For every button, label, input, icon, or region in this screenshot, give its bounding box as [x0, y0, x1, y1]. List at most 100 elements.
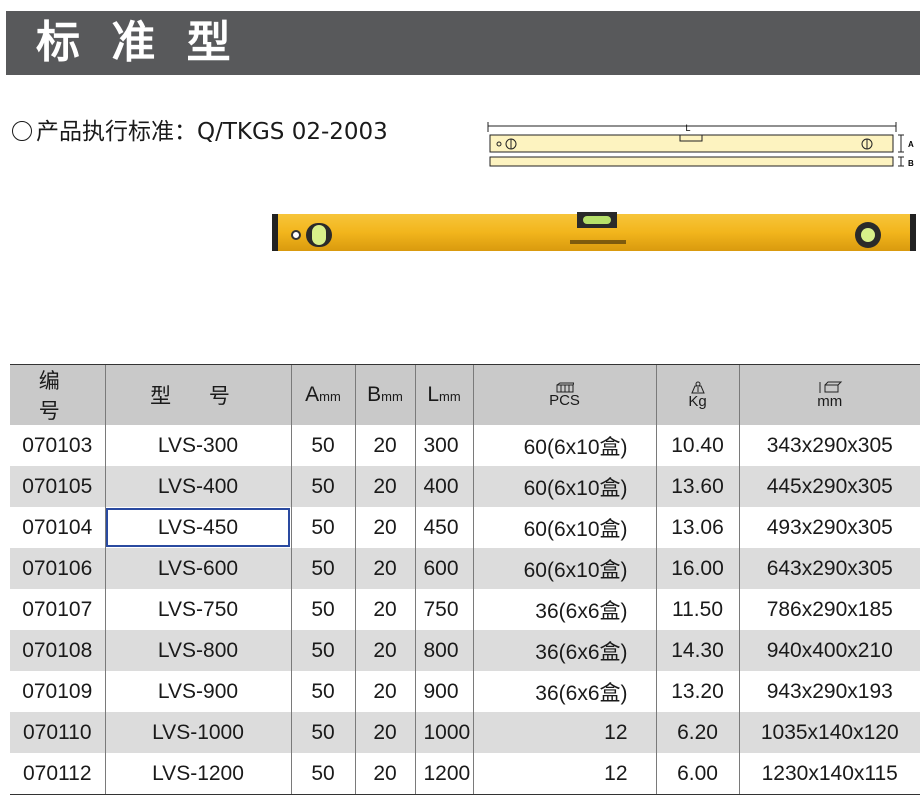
table-row: 070107 LVS-750 50 20 750 36(6x6盒) 11.50 786x290… — [10, 589, 920, 630]
b-cell: 20 — [354, 548, 415, 589]
pcs-cell: 60(6x10盒) — [472, 507, 656, 548]
kg-cell: 13.60 — [655, 466, 739, 507]
top-vial-window — [679, 134, 703, 142]
model-cell[interactable]: LVS-300 — [104, 425, 291, 466]
code-cell: 070103 — [22, 433, 93, 457]
a-cell: 50 — [290, 548, 355, 589]
left-vial — [312, 225, 326, 245]
kg-cell: 13.20 — [655, 671, 739, 712]
circle-bullet-icon — [12, 121, 32, 141]
label-A: A — [908, 140, 914, 149]
l-cell: 600 — [414, 548, 473, 589]
size-cell: 786x290x185 — [738, 589, 920, 630]
code-cell: 070107 — [22, 597, 93, 621]
l-cell: 900 — [414, 671, 473, 712]
table-header-row: 编 号 型 号 Amm Bmm Lmm PCS Kg mm — [10, 364, 920, 425]
b-cell: 20 — [354, 466, 415, 507]
model-cell[interactable]: LVS-400 — [104, 466, 291, 507]
model-cell[interactable]: LVS-600 — [104, 548, 291, 589]
l-cell: 1000 — [414, 712, 473, 753]
a-cell: 50 — [290, 589, 355, 630]
size-cell: 493x290x305 — [738, 507, 920, 548]
model-cell[interactable]: LVS-750 — [104, 589, 291, 630]
b-cell: 20 — [354, 425, 415, 466]
table-row: 070104 LVS-450 50 20 450 60(6x10盒) 13.06 493x29… — [10, 507, 920, 548]
table-row: 070112 LVS-1200 50 20 1200 12 6.00 1230x140x115 — [10, 753, 920, 795]
kg-cell: 13.06 — [655, 507, 739, 548]
a-cell: 50 — [290, 671, 355, 712]
b-cell: 20 — [354, 630, 415, 671]
code-cell: 070105 — [10, 466, 105, 507]
a-cell: 50 — [290, 466, 355, 507]
code-cell: 070104 — [22, 515, 93, 539]
kg-cell: 11.50 — [655, 589, 739, 630]
model-cell[interactable]: LVS-900 — [104, 671, 291, 712]
pcs-cell: 60(6x10盒) — [472, 548, 656, 589]
size-cell: 343x290x305 — [738, 425, 920, 466]
standard-line: 产品执行标准：Q/TKGS 02-2003 — [12, 117, 388, 147]
l-cell: 750 — [414, 589, 473, 630]
header-code: 编 号 — [10, 364, 105, 425]
table-row: 070108 LVS-800 50 20 800 36(6x6盒) 14.30 940x400… — [10, 630, 920, 671]
code-cell: 070108 — [10, 630, 105, 671]
size-cell: 1230x140x115 — [738, 753, 920, 795]
kg-cell: 6.00 — [655, 753, 739, 795]
table-row: 070106 LVS-600 50 20 600 60(6x10盒) 16.00 643x29… — [10, 548, 920, 589]
hang-hole-icon — [291, 230, 301, 240]
l-cell: 300 — [414, 425, 473, 466]
header-model: 型 号 — [104, 364, 291, 425]
code-cell: 070112 — [10, 753, 105, 795]
page-title: 标 准 型 — [36, 17, 239, 68]
pcs-cell: 36(6x6盒) — [472, 630, 656, 671]
size-cell: 940x400x210 — [738, 630, 920, 671]
header-kg: Kg — [655, 364, 739, 425]
a-cell: 50 — [290, 425, 355, 466]
table-row: 070110 LVS-1000 50 20 1000 12 6.20 1035x140x120 — [10, 712, 920, 753]
l-cell: 1200 — [414, 753, 473, 795]
header-size: mm — [738, 364, 920, 425]
code-cell: 070110 — [10, 712, 105, 753]
standard-text: 产品执行标准：Q/TKGS 02-2003 — [36, 119, 388, 145]
pcs-cell: 60(6x10盒) — [472, 425, 656, 466]
b-cell: 20 — [354, 753, 415, 795]
kg-cell: 6.20 — [655, 712, 739, 753]
top-vial — [583, 216, 611, 224]
pcs-cell: 60(6x10盒) — [472, 466, 656, 507]
table-row: 070109 LVS-900 50 20 900 36(6x6盒) 13.20 943x290… — [10, 671, 920, 712]
label-L: L — [685, 123, 690, 133]
left-end-cap — [272, 214, 278, 251]
header-pcs: PCS — [472, 364, 656, 425]
size-cell: 943x290x193 — [738, 671, 920, 712]
pcs-cell: 36(6x6盒) — [472, 589, 656, 630]
pcs-cell: 36(6x6盒) — [472, 671, 656, 712]
a-cell: 50 — [290, 507, 355, 548]
spec-table: 编 号 型 号 Amm Bmm Lmm PCS Kg mm 070103 LVS… — [10, 364, 920, 795]
header-a: Amm — [290, 364, 355, 425]
a-cell: 50 — [290, 630, 355, 671]
pcs-cell: 12 — [472, 753, 656, 795]
b-cell: 20 — [354, 712, 415, 753]
pcs-cell: 12 — [472, 712, 656, 753]
b-cell: 20 — [354, 507, 415, 548]
model-cell[interactable]: LVS-1000 — [104, 712, 291, 753]
label-B: B — [908, 159, 914, 168]
l-cell: 400 — [414, 466, 473, 507]
right-end-cap — [910, 214, 916, 251]
l-cell: 450 — [414, 507, 473, 548]
b-cell: 20 — [354, 589, 415, 630]
brand-label — [570, 240, 626, 244]
l-cell: 800 — [414, 630, 473, 671]
table-row: 070103 LVS-300 50 20 300 60(6x10盒) 10.40 343x29… — [10, 425, 920, 466]
side-view-body — [489, 156, 894, 167]
model-cell[interactable]: LVS-1200 — [104, 753, 291, 795]
header-l: Lmm — [414, 364, 473, 425]
size-cell: 445x290x305 — [738, 466, 920, 507]
code-cell: 070106 — [10, 548, 105, 589]
size-cell: 1035x140x120 — [738, 712, 920, 753]
kg-cell: 10.40 — [655, 425, 739, 466]
kg-cell: 14.30 — [655, 630, 739, 671]
model-cell[interactable]: LVS-800 — [104, 630, 291, 671]
code-cell: 070109 — [22, 679, 93, 703]
model-cell[interactable]: LVS-450 — [104, 507, 291, 548]
header-b: Bmm — [354, 364, 415, 425]
